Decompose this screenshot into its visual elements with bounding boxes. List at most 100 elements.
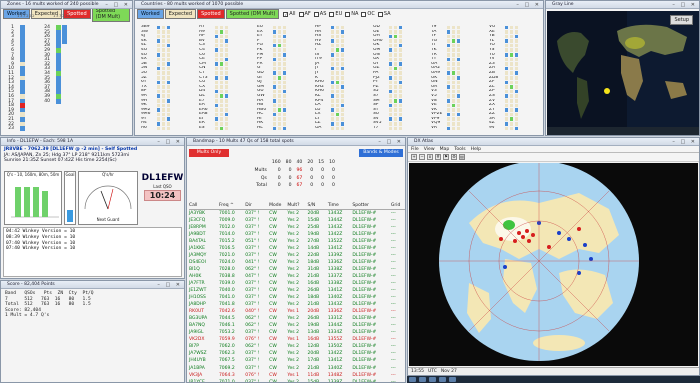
zone-number: 23	[8, 126, 14, 132]
country-cell	[399, 30, 402, 34]
menu-item[interactable]: File	[411, 147, 419, 152]
country-cell	[331, 71, 334, 76]
country-row[interactable]: A6	[141, 126, 170, 131]
spot-row[interactable]: BI1Q 7028.0 062° ! CW Yes 2 31dB 1338Z DL1EFW-#…	[189, 266, 405, 273]
app-icon[interactable]	[439, 377, 446, 382]
country-cell	[225, 103, 228, 108]
country-cell	[215, 39, 218, 43]
country-cell	[283, 89, 286, 94]
continent-filter[interactable]: EU	[329, 11, 342, 17]
spot-row[interactable]: JR1YCE 7071.0 037° ! CW Yes 2 15dB 1339Z DL1EFW…	[189, 379, 405, 383]
column-header[interactable]: Dir	[245, 202, 270, 210]
continent-filter[interactable]: ✓ All	[283, 11, 296, 17]
bands-modes-button[interactable]: Bands & Modes	[359, 149, 403, 157]
zoom-out-icon[interactable]: −	[419, 154, 425, 160]
spot-row[interactable]: JA1KKE 7016.5 037° ! CW Yes 2 14dB 1341Z DL1EFW…	[189, 245, 405, 252]
flag-icon[interactable]: ⚑	[443, 154, 449, 160]
checkbox[interactable]	[345, 11, 351, 17]
grid-icon[interactable]: #	[435, 154, 441, 160]
column-header[interactable]: Mode	[269, 202, 288, 210]
country-cell	[273, 112, 276, 117]
spot-row[interactable]: JH1OSS 7041.0 037° ! CW Yes 2 18dB 1340Z DL1EFW…	[189, 294, 405, 301]
spot-row[interactable]: VK3JA 7064.3 076° ! CW Yes 1 11dB 1348Z DL1EFW-…	[189, 372, 405, 379]
zoom-in-icon[interactable]: +	[411, 154, 417, 160]
spot-mode: CW	[269, 259, 277, 265]
country-row[interactable]: VR	[431, 126, 460, 131]
country-cell	[278, 57, 281, 62]
print-icon[interactable]: ▤	[459, 154, 465, 160]
settings-icon[interactable]: ⚙	[451, 154, 457, 160]
window-controls[interactable]: – □ ✕	[157, 138, 182, 145]
spot-row[interactable]: JE8RPM 7012.0 037° ! CW Yes 2 25dB 1343Z DL1EFW…	[189, 224, 405, 231]
window-controls[interactable]: – □ ✕	[105, 1, 130, 8]
spot-mode: CW	[269, 337, 277, 343]
column-header[interactable]: Call	[189, 202, 219, 210]
mults-only-button[interactable]: Mults Only	[189, 149, 229, 157]
spot-row[interactable]: JA9IGL 7053.2 037° ! CW Yes 2 13dB 1334Z DL1EFW…	[189, 329, 405, 336]
spot-row[interactable]: JA1BPA 7069.2 037° ! CW Yes 2 21dB 1340Z DL1EFW…	[189, 364, 405, 371]
spot-row[interactable]: JH4UYB 7067.5 037° ! CW Yes 2 17dB 1341Z DL1EFW…	[189, 357, 405, 364]
country-row[interactable]: OA	[315, 126, 344, 131]
menu-item[interactable]: Map	[440, 147, 450, 152]
continent-filter[interactable]: AS	[313, 11, 326, 17]
window-controls[interactable]: – □ ✕	[516, 1, 541, 8]
spot-call: BI7P	[189, 344, 199, 350]
app-icon[interactable]	[449, 377, 456, 382]
continent-filter[interactable]: OC	[361, 11, 375, 17]
window-controls[interactable]: – □ ✕	[157, 281, 182, 288]
country-row[interactable]: HL	[257, 126, 286, 131]
spot-row[interactable]: DS4EOI 7024.0 041° ! CW Yes 2 18dB 1336Z DL1EFW…	[189, 259, 405, 266]
spot-row[interactable]: BA7NQ 7046.1 062° ! CW Yes 2 19dB 1344Z DL1EFW-…	[189, 322, 405, 329]
menu-item[interactable]: View	[424, 147, 435, 152]
country-row[interactable]: ES	[199, 126, 228, 131]
continent-filter[interactable]: AF	[298, 11, 311, 17]
column-header[interactable]: Spotter	[352, 202, 391, 210]
country-cell	[283, 48, 286, 53]
grayline-setup-button[interactable]: Setup	[670, 15, 693, 25]
checkbox[interactable]	[298, 11, 304, 17]
spot-row[interactable]: JE1ZWT 7040.0 037° ! CW Yes 2 26dB 1341Z DL1EFW…	[189, 287, 405, 294]
spot-row[interactable]: JA3YBK 7001.0 037° ! CW Yes 2 20dB 1343Z DL1EFW…	[189, 209, 405, 217]
window-controls[interactable]: – □ ✕	[672, 138, 697, 145]
country-row[interactable]: 9V	[489, 126, 518, 131]
app-icon[interactable]	[419, 377, 426, 382]
spot-row[interactable]: JA7FTR 7039.0 037° ! CW Yes 2 16dB 1338Z DL1EFW…	[189, 280, 405, 287]
spot-row[interactable]: JA8DHP 7041.8 037° ! CW Yes 2 21dB 1343Z DL1EFW…	[189, 301, 405, 308]
spot-row[interactable]: JE3CFQ 7009.0 037° ! CW Yes 2 15dB 1344Z DL1EFW…	[189, 217, 405, 224]
menu-item[interactable]: Tools	[454, 147, 465, 152]
continent-filter[interactable]: SA	[377, 11, 391, 17]
country-cell	[510, 25, 513, 30]
country-row[interactable]: T7	[373, 126, 402, 131]
globe-icon[interactable]: o	[427, 154, 433, 160]
checkbox[interactable]	[313, 11, 319, 17]
checkbox[interactable]	[361, 11, 367, 17]
window-controls[interactable]: – □ ✕	[672, 1, 697, 8]
spot-spotter: DL1EFW-#	[352, 379, 377, 383]
spot-row[interactable]: RK0UT 7042.6 040° ! CW Yes 1 20dB 1336Z DL1EFW-…	[189, 308, 405, 315]
zones-band-header-2: 1 3 7 2 2 2	[53, 13, 71, 18]
spot-row[interactable]: VK2DX 7059.9 076° ! CW Yes 1 16dB 1355Z DL1EFW-…	[189, 336, 405, 343]
country-cell	[447, 112, 450, 117]
column-header[interactable]: Time	[327, 202, 353, 210]
column-header[interactable]: Freq ^	[218, 202, 246, 210]
spot-row[interactable]: JA9BDT 7014.0 037° ! CW Yes 2 19dB 1342Z DL1EFW…	[189, 231, 405, 238]
continent-filter[interactable]: NA	[345, 11, 358, 17]
checkbox[interactable]	[377, 11, 383, 17]
spot-row[interactable]: BA4TAL 7015.2 051° ! CW Yes 2 27dB 1352Z DL1EFW…	[189, 238, 405, 245]
spot-row[interactable]: BG3UPA 7044.5 062° ! CW Yes 2 26dB 1331Z DL1EFW…	[189, 315, 405, 322]
window-controls[interactable]: – □ ✕	[378, 138, 403, 145]
spot-row[interactable]: JA3MQY 7021.0 037° ! CW Yes 2 22dB 1339Z DL1EFW…	[189, 252, 405, 259]
column-header[interactable]: Grid	[390, 202, 405, 210]
checkbox[interactable]: ✓	[283, 11, 289, 17]
column-header[interactable]: Mult?	[287, 202, 308, 210]
checkbox[interactable]	[329, 11, 335, 17]
country-cell	[505, 43, 508, 48]
start-icon[interactable]	[409, 377, 416, 382]
country-cell	[157, 85, 160, 89]
spot-row[interactable]: JA7WSZ 7062.3 037° ! CW Yes 2 20dB 1342Z DL1EFW…	[189, 350, 405, 357]
column-header[interactable]: S/N	[307, 202, 328, 210]
spot-row[interactable]: AH0K 7038.8 047° ! CW Yes 2 21dB 1337Z DL1EFW-#…	[189, 273, 405, 280]
spot-row[interactable]: BI7P 7062.0 062° ! CW Yes 2 12dB 1350Z DL1EFW-#…	[189, 343, 405, 350]
menu-item[interactable]: Help	[471, 147, 481, 152]
app-icon[interactable]	[429, 377, 436, 382]
